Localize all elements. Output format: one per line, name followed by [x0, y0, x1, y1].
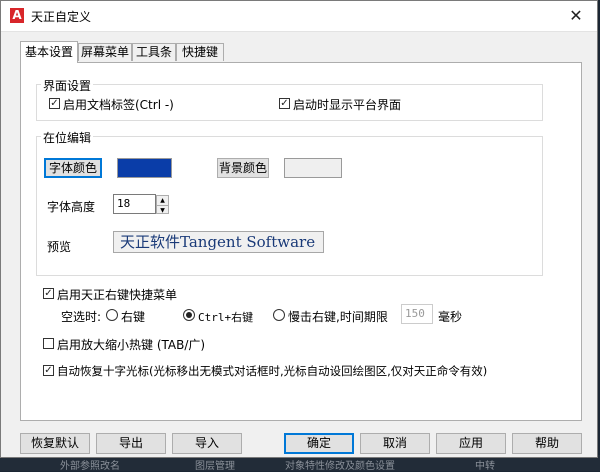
tab-toolbar[interactable]: 工具条: [132, 43, 176, 61]
autocad-logo-icon: A: [10, 8, 24, 23]
doc-tabs-checkbox[interactable]: ✓: [49, 98, 60, 109]
zoom-hotkey-label: 启用放大缩小热键 (TAB/广): [57, 338, 206, 352]
apply-button[interactable]: 应用: [436, 433, 506, 454]
tab-label: 屏幕菜单: [80, 45, 129, 59]
cancel-button[interactable]: 取消: [360, 433, 430, 454]
group-title: 界面设置: [41, 77, 94, 94]
restore-default-button[interactable]: 恢复默认: [20, 433, 90, 454]
time-unit-label: 毫秒: [438, 310, 463, 324]
title-bar[interactable]: A 天正自定义 ✕: [1, 1, 597, 32]
export-button[interactable]: 导出: [96, 433, 166, 454]
bg-color-button[interactable]: 背景颜色: [217, 158, 269, 178]
radio-right-click[interactable]: [106, 309, 118, 321]
zoom-hotkey-checkbox[interactable]: [43, 338, 54, 349]
enable-right-menu-label: 启用天正右键快捷菜单: [57, 288, 178, 302]
tab-screen-menu[interactable]: 屏幕菜单: [78, 43, 132, 61]
radio-slow-right-click[interactable]: [273, 309, 285, 321]
preview-label: 预览: [47, 240, 72, 254]
doc-tabs-label: 启用文档标签(Ctrl -): [63, 98, 174, 112]
enable-right-menu-checkbox[interactable]: ✓: [43, 288, 54, 299]
window-title: 天正自定义: [31, 10, 92, 24]
tab-label: 快捷键: [181, 45, 218, 59]
bg-text: 图层管理: [195, 461, 235, 472]
radio-ctrl-right-click-label: Ctrl+右键: [198, 311, 254, 324]
show-platform-label: 启动时显示平台界面: [293, 98, 402, 112]
tab-panel-basic: 界面设置 ✓ 启用文档标签(Ctrl -) ✓ 启动时显示平台界面 在位编辑 字…: [20, 62, 582, 421]
show-platform-checkbox[interactable]: ✓: [279, 98, 290, 109]
font-height-label: 字体高度: [47, 200, 96, 214]
radio-slow-right-click-label: 慢击右键,时间期限: [288, 310, 388, 324]
font-color-swatch[interactable]: [117, 158, 172, 178]
restore-cursor-checkbox[interactable]: ✓: [43, 365, 54, 376]
tab-shortcut-keys[interactable]: 快捷键: [176, 43, 224, 61]
ok-button[interactable]: 确定: [284, 433, 354, 454]
radio-right-click-label: 右键: [121, 310, 146, 324]
bg-color-swatch[interactable]: [284, 158, 342, 178]
tab-basic-settings[interactable]: 基本设置: [20, 41, 78, 63]
spin-down-icon[interactable]: ▼: [157, 205, 168, 215]
radio-ctrl-right-click[interactable]: [183, 309, 195, 321]
font-height-input[interactable]: 18: [113, 194, 156, 214]
font-color-button[interactable]: 字体颜色: [44, 158, 102, 178]
bg-text: 外部参照改名: [60, 461, 120, 472]
close-icon[interactable]: ✕: [563, 4, 589, 28]
bg-text: 对象特性修改及颜色设置: [285, 461, 395, 472]
tab-label: 工具条: [135, 45, 172, 59]
restore-cursor-label: 自动恢复十字光标(光标移出无模式对话框时,光标自动设回绘图区,仅对天正命令有效): [57, 364, 488, 378]
import-button[interactable]: 导入: [172, 433, 242, 454]
help-button[interactable]: 帮助: [512, 433, 582, 454]
bg-text: 中转: [475, 461, 495, 472]
preview-text-box: 天正软件Tangent Software: [113, 231, 324, 253]
group-title: 在位编辑: [41, 129, 94, 146]
spin-up-icon[interactable]: ▲: [157, 196, 168, 205]
tab-label: 基本设置: [24, 45, 73, 59]
font-height-stepper[interactable]: ▲ ▼: [156, 195, 169, 214]
empty-select-label: 空选时:: [61, 310, 102, 324]
time-limit-input[interactable]: 150: [401, 304, 433, 324]
customize-dialog: A 天正自定义 ✕ 基本设置 屏幕菜单 工具条 快捷键 界面设置 ✓ 启用文档标…: [0, 0, 598, 458]
